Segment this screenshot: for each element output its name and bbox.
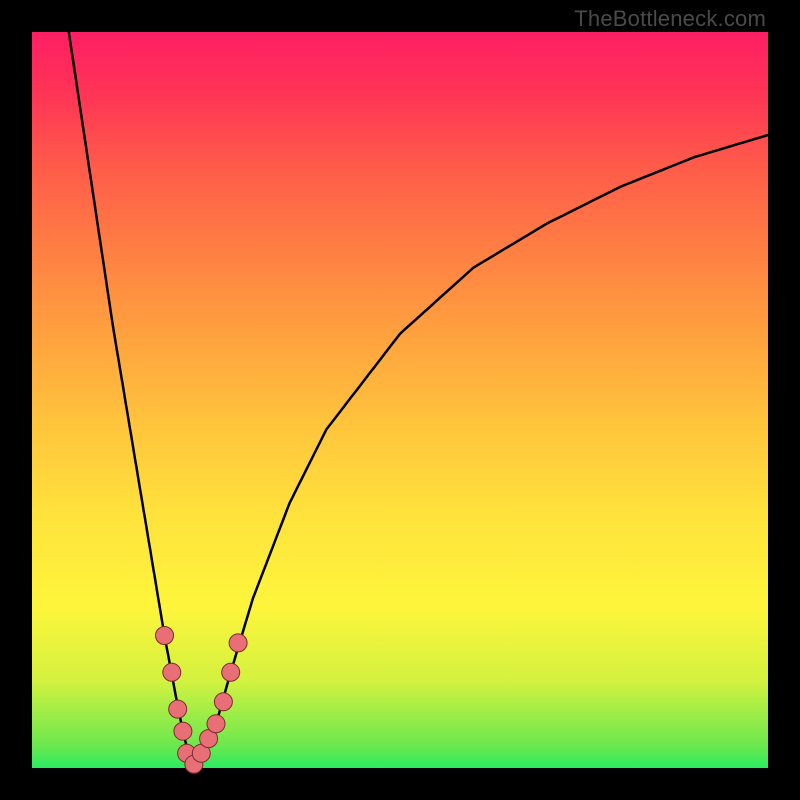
marker-group [156,627,248,774]
highlight-marker [169,700,187,718]
highlight-marker [163,663,181,681]
watermark-text: TheBottleneck.com [574,6,766,32]
bottleneck-curve [69,32,768,764]
curve-group [69,32,768,764]
chart-svg [32,32,768,768]
plot-area [32,32,768,768]
highlight-marker [229,634,247,652]
highlight-marker [207,715,225,733]
highlight-marker [156,627,174,645]
highlight-marker [174,722,192,740]
highlight-marker [214,693,232,711]
highlight-marker [222,663,240,681]
chart-frame: TheBottleneck.com [0,0,800,800]
